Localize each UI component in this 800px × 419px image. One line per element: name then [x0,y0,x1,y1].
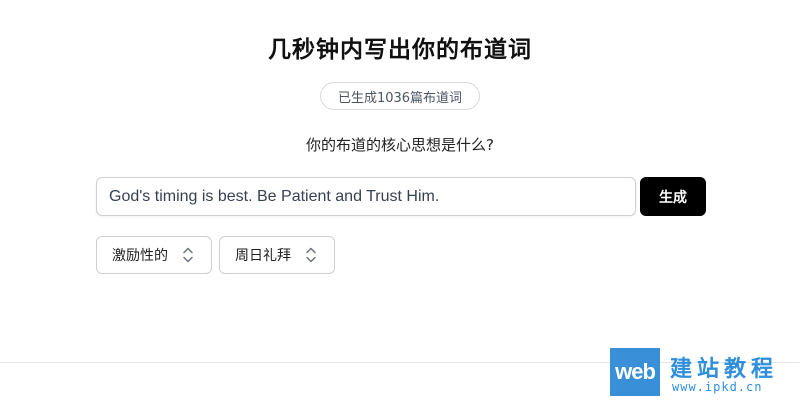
chevron-up-down-icon [183,247,193,263]
generate-button[interactable]: 生成 [640,177,706,216]
tone-select[interactable]: 激励性的 [96,236,212,274]
watermark-site-name: 建站教程 [670,357,779,382]
occasion-select[interactable]: 周日礼拜 [219,236,335,274]
core-idea-input[interactable] [97,178,635,215]
watermark-url: www.ipkd.cn [672,380,763,394]
core-idea-question: 你的布道的核心思想是什么? [306,136,494,154]
site-watermark: web 建站教程 www.ipkd.cn [610,348,800,400]
occasion-select-value: 周日礼拜 [235,248,291,264]
sermon-count-text: 已生成1036篇布道词 [337,90,463,106]
page-title: 几秒钟内写出你的布道词 [268,37,532,63]
watermark-logo: web [610,348,660,396]
sermon-count-badge: 已生成1036篇布道词 [320,82,480,110]
tone-select-value: 激励性的 [112,248,168,264]
chevron-up-down-icon [306,247,316,263]
core-idea-field[interactable] [96,177,636,216]
